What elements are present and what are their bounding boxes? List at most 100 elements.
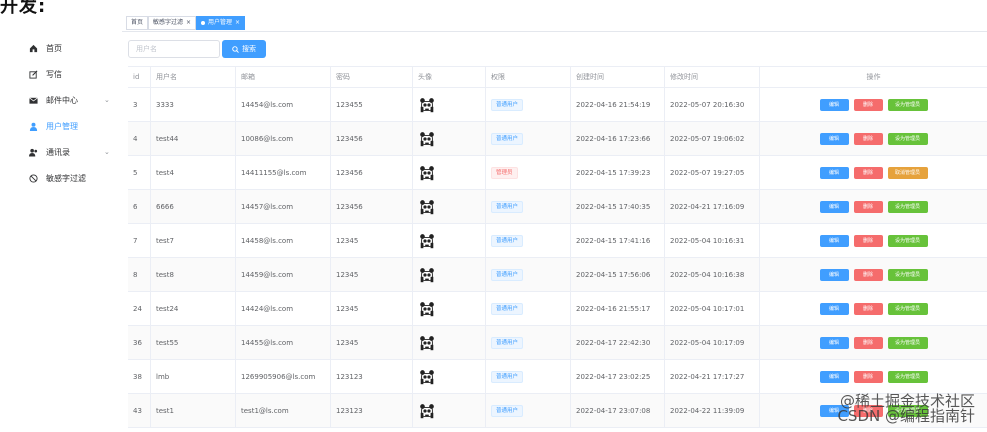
set-admin-button[interactable]: 设为管理员 [887, 269, 928, 281]
edit-button[interactable]: 编辑 [819, 269, 849, 281]
cell-avatar [413, 326, 486, 360]
role-badge: 管理员 [491, 167, 518, 179]
cell-modified-time: 2022-05-04 10:17:01 [665, 292, 760, 326]
cell-actions: 编辑 删除 设为管理员 [760, 88, 987, 122]
cell-created-time: 2022-04-17 23:02:25 [571, 360, 665, 394]
edit-button[interactable]: 编辑 [819, 371, 849, 383]
cell-role: 普通用户 [486, 258, 571, 292]
cell-username: test1 [151, 394, 236, 428]
cell-username: test7 [151, 224, 236, 258]
column-header-actions[interactable]: 操作 [760, 67, 987, 88]
tag-home[interactable]: 首页 [126, 16, 149, 30]
column-header-created-time[interactable]: 创建时间 [571, 67, 665, 88]
cell-id: 24 [128, 292, 151, 326]
set-admin-button[interactable]: 设为管理员 [887, 201, 928, 213]
delete-button[interactable]: 删除 [853, 99, 883, 111]
edit-button[interactable]: 编辑 [819, 337, 849, 349]
cell-role: 普通用户 [486, 360, 571, 394]
delete-button[interactable]: 删除 [853, 201, 883, 213]
table-row: 24 test24 14424@ls.com 12345 普通用户 2022-04-16 … [128, 292, 987, 326]
cell-avatar [413, 360, 486, 394]
cell-avatar [413, 122, 486, 156]
close-icon[interactable]: × [235, 19, 240, 26]
role-badge: 普通用户 [491, 133, 524, 145]
sidebar-item-label: 写信 [46, 69, 62, 79]
row-actions: 编辑 删除 设为管理员 [760, 360, 987, 394]
column-header-email[interactable]: 邮箱 [236, 67, 331, 88]
row-actions: 编辑 删除 设为管理员 [760, 326, 987, 360]
edit-button[interactable]: 编辑 [819, 99, 849, 111]
role-badge: 普通用户 [491, 235, 524, 247]
cell-email: test1@ls.com [236, 394, 331, 428]
column-header-role[interactable]: 权限 [486, 67, 571, 88]
edit-button[interactable]: 编辑 [819, 303, 849, 315]
set-admin-button[interactable]: 设为管理员 [887, 337, 928, 349]
delete-button[interactable]: 删除 [853, 337, 883, 349]
search-button[interactable]: 搜索 [222, 40, 266, 58]
cell-email: 10086@ls.com [236, 122, 331, 156]
mail-icon [28, 95, 38, 105]
column-header-password[interactable]: 密码 [331, 67, 413, 88]
chevron-down-icon: ⌄ [104, 148, 110, 156]
delete-button[interactable]: 删除 [853, 235, 883, 247]
cell-actions: 编辑 删除 设为管理员 [760, 258, 987, 292]
column-header-modified-time[interactable]: 修改时间 [665, 67, 760, 88]
row-actions: 编辑 删除 设为管理员 [760, 258, 987, 292]
tag-label: 敏感字过滤 [153, 19, 184, 26]
cell-id: 4 [128, 122, 151, 156]
table-body: 3 3333 14454@ls.com 123455 普通用户 2022-04-16 21… [128, 88, 987, 428]
cell-actions: 编辑 删除 设为管理员 [760, 292, 987, 326]
cell-modified-time: 2022-04-22 11:39:09 [665, 394, 760, 428]
edit-button[interactable]: 编辑 [819, 167, 849, 179]
sidebar-item-user-management[interactable]: 用户管理 [28, 116, 78, 136]
sidebar-item-home[interactable]: 首页 [28, 38, 62, 58]
sidebar-item-write[interactable]: 写信 [28, 64, 62, 84]
tag-user-management[interactable]: 用户管理 × [196, 16, 246, 30]
cell-password: 123456 [331, 156, 413, 190]
row-actions: 编辑 删除 设为管理员 [760, 292, 987, 326]
watermark-line-2: CSDN @编程指南针 [837, 407, 975, 425]
sidebar-item-label: 首页 [46, 43, 62, 53]
revoke-admin-button[interactable]: 取消管理员 [887, 167, 928, 179]
delete-button[interactable]: 删除 [853, 133, 883, 145]
column-header-username[interactable]: 用户名 [151, 67, 236, 88]
delete-button[interactable]: 删除 [853, 269, 883, 281]
cell-created-time: 2022-04-15 17:56:06 [571, 258, 665, 292]
cell-username: lmb [151, 360, 236, 394]
cell-role: 管理员 [486, 156, 571, 190]
set-admin-button[interactable]: 设为管理员 [887, 235, 928, 247]
table-row: 38 lmb 1269905906@ls.com 123123 普通用户 2022-04-… [128, 360, 987, 394]
close-icon[interactable]: × [186, 19, 191, 26]
sidebar-item-contacts[interactable]: 通讯录 ⌄ [28, 142, 110, 162]
delete-button[interactable]: 删除 [853, 167, 883, 179]
cell-actions: 编辑 删除 设为管理员 [760, 326, 987, 360]
tag-sensitive-filter[interactable]: 敏感字过滤 × [148, 16, 197, 30]
cell-avatar [413, 224, 486, 258]
set-admin-button[interactable]: 设为管理员 [887, 133, 928, 145]
cell-password: 123123 [331, 394, 413, 428]
cell-username: test44 [151, 122, 236, 156]
cell-password: 12345 [331, 292, 413, 326]
column-header-avatar[interactable]: 头像 [413, 67, 486, 88]
delete-button[interactable]: 删除 [853, 303, 883, 315]
sidebar-item-mail-center[interactable]: 邮件中心 ⌄ [28, 90, 110, 110]
cell-email: 14457@ls.com [236, 190, 331, 224]
cell-avatar [413, 156, 486, 190]
column-header-id[interactable]: id [128, 67, 151, 88]
set-admin-button[interactable]: 设为管理员 [887, 303, 928, 315]
set-admin-button[interactable]: 设为管理员 [887, 99, 928, 111]
delete-button[interactable]: 删除 [853, 371, 883, 383]
cell-password: 12345 [331, 258, 413, 292]
sidebar-item-label: 用户管理 [46, 121, 78, 131]
edit-button[interactable]: 编辑 [819, 133, 849, 145]
set-admin-button[interactable]: 设为管理员 [887, 371, 928, 383]
table-row: 4 test44 10086@ls.com 123456 普通用户 2022-04-16 … [128, 122, 987, 156]
sidebar-item-label: 通讯录 [46, 147, 70, 157]
cell-password: 123455 [331, 88, 413, 122]
edit-button[interactable]: 编辑 [819, 235, 849, 247]
sidebar-item-sensitive-filter[interactable]: 敏感字过滤 [28, 168, 86, 188]
cell-actions: 编辑 删除 设为管理员 [760, 190, 987, 224]
cell-role: 普通用户 [486, 190, 571, 224]
search-input[interactable] [128, 40, 220, 58]
edit-button[interactable]: 编辑 [819, 201, 849, 213]
